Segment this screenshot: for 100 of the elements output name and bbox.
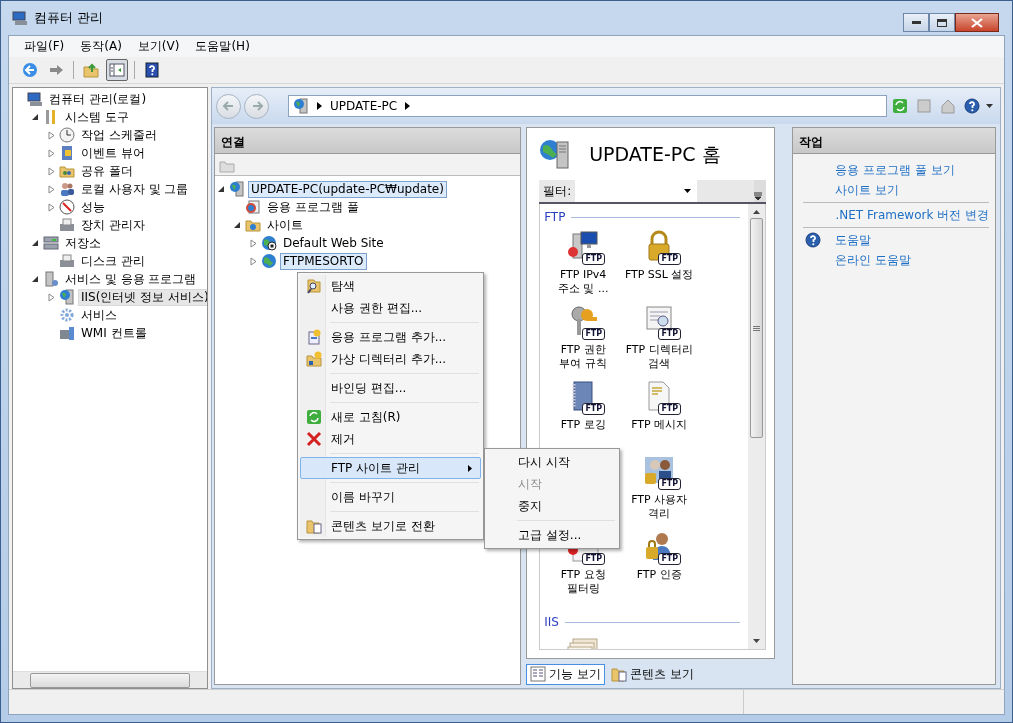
action-link[interactable]: 온라인 도움말	[835, 251, 912, 269]
view-tab[interactable]: 콘텐츠 보기	[607, 663, 698, 685]
feature-label[interactable]: FTP 권한 부여 규칙	[548, 343, 619, 371]
action-link[interactable]: 사이트 보기	[835, 181, 900, 199]
menu-item[interactable]: 이름 바꾸기	[300, 486, 481, 508]
breadcrumb-arrow-icon[interactable]	[405, 102, 411, 110]
feature-label[interactable]: FTP IPv4 주소 및 ...	[548, 268, 619, 296]
scroll-up-icon[interactable]	[753, 210, 761, 214]
menu-item[interactable]: 다시 시작	[487, 451, 617, 473]
tree-item[interactable]: FTPMESORTO	[280, 252, 367, 270]
collapsed-arrow-icon[interactable]	[47, 202, 56, 212]
menu-item[interactable]: 바인딩 편집...	[300, 377, 481, 399]
breadcrumb-item[interactable]: UPDATE-PC	[330, 99, 398, 113]
maximize-button[interactable]	[929, 13, 955, 32]
help-button[interactable]	[962, 96, 982, 116]
minimize-button[interactable]	[903, 13, 929, 32]
collapsed-arrow-icon[interactable]	[47, 292, 56, 302]
tree-item[interactable]: 컴퓨터 관리(로컬)	[46, 90, 150, 108]
tree-item[interactable]: 서비스 및 응용 프로그램	[62, 270, 200, 288]
console-tree-toggle-button[interactable]	[106, 59, 128, 81]
filter-label: 필터:	[542, 182, 573, 200]
menu-item[interactable]: 중지	[487, 495, 617, 517]
tree-item[interactable]: 서비스	[78, 306, 120, 324]
feature-label[interactable]: FTP 로깅	[560, 418, 606, 432]
address-bar[interactable]: UPDATE-PC	[288, 95, 887, 117]
collapsed-arrow-icon[interactable]	[249, 238, 258, 248]
tree-item[interactable]: 응용 프로그램 풀	[264, 198, 362, 216]
expanded-arrow-icon[interactable]	[31, 238, 40, 248]
collapsed-arrow-icon[interactable]	[47, 184, 56, 194]
menu-item[interactable]: 사용 권한 편집...	[300, 297, 481, 319]
tree-item[interactable]: 디스크 관리	[78, 252, 148, 270]
stop-button[interactable]	[914, 96, 934, 116]
view-tab[interactable]: 기능 보기	[526, 663, 605, 685]
tree-item[interactable]: IIS(인터넷 정보 서비스)	[78, 288, 207, 306]
close-button[interactable]	[955, 13, 999, 32]
group-by-button[interactable]	[754, 180, 767, 202]
menu-item[interactable]: 보기(V)	[130, 36, 187, 57]
horizontal-scrollbar[interactable]	[13, 671, 207, 688]
action-link[interactable]: 응용 프로그램 풀 보기	[835, 161, 955, 179]
ftp-badge: FTP	[582, 403, 606, 415]
collapsed-arrow-icon[interactable]	[47, 166, 56, 176]
scroll-down-icon[interactable]	[753, 639, 761, 643]
menu-item[interactable]: 응용 프로그램 추가...	[300, 326, 481, 348]
tree-item[interactable]: 성능	[78, 198, 108, 216]
back-button[interactable]	[216, 93, 241, 119]
feature-label[interactable]: FTP 메시지	[631, 418, 688, 432]
group-header: IIS	[544, 615, 559, 629]
menu-item[interactable]: 탐색	[300, 275, 481, 297]
window-title: 컴퓨터 관리	[34, 9, 104, 27]
expanded-arrow-icon[interactable]	[217, 184, 226, 194]
tree-item[interactable]: 공유 폴더	[78, 162, 136, 180]
dropdown-arrow-icon	[684, 189, 692, 193]
menu-item[interactable]: 가상 디렉터리 추가...	[300, 348, 481, 370]
menu-item[interactable]: 파일(F)	[17, 36, 72, 57]
tree-item[interactable]: 사이트	[264, 216, 306, 234]
action-link[interactable]: 도움말	[835, 231, 872, 249]
ftp-badge: FTP	[582, 328, 606, 340]
collapsed-arrow-icon[interactable]	[47, 148, 56, 158]
expanded-arrow-icon[interactable]	[31, 274, 40, 284]
forward-button[interactable]	[244, 93, 269, 119]
tree-item[interactable]: 장치 관리자	[78, 216, 148, 234]
shared-folder-icon	[59, 163, 75, 179]
tree-item[interactable]: Default Web Site	[280, 234, 387, 252]
feature-label[interactable]: FTP 인증	[636, 568, 682, 582]
menu-item[interactable]: 도움말(H)	[188, 36, 257, 57]
tree-item[interactable]: 작업 스케줄러	[78, 126, 160, 144]
computer-icon	[12, 10, 28, 26]
dropdown-arrow-icon[interactable]	[986, 104, 993, 108]
vertical-scrollbar[interactable]	[748, 204, 766, 649]
menu-item[interactable]: 제거	[300, 428, 481, 450]
menu-item[interactable]: 새로 고침(R)	[300, 406, 481, 428]
menu-item[interactable]: 콘텐츠 보기로 전환	[300, 515, 481, 537]
tree-item[interactable]: 이벤트 뷰어	[78, 144, 148, 162]
home-icon	[940, 98, 956, 114]
server-globe-icon	[229, 181, 245, 197]
application-pool-icon	[245, 199, 261, 215]
expanded-arrow-icon[interactable]	[31, 112, 40, 122]
feature-label[interactable]: FTP 요청 필터링	[548, 568, 619, 596]
feature-label[interactable]: FTP SSL 설정	[624, 268, 694, 282]
feature-label[interactable]: FTP 사용자 격리	[624, 493, 695, 521]
folder-search-icon	[306, 278, 322, 294]
action-link[interactable]: .NET Framework 버전 변경	[835, 206, 989, 224]
feature-label[interactable]: FTP 디렉터리 검색	[624, 343, 695, 371]
ftp-badge: FTP	[658, 478, 682, 490]
tree-item[interactable]: UPDATE-PC(update-PC₩update)	[248, 180, 447, 198]
refresh-button[interactable]	[890, 96, 910, 116]
menu-item[interactable]: 동작(A)	[73, 36, 129, 57]
menu-item[interactable]: 고급 설정...	[487, 524, 617, 546]
tree-item[interactable]: 로컬 사용자 및 그룹	[78, 180, 192, 198]
tree-item[interactable]: WMI 컨트롤	[78, 324, 150, 342]
computer-icon	[27, 91, 43, 107]
collapsed-arrow-icon[interactable]	[47, 130, 56, 140]
expanded-arrow-icon[interactable]	[233, 220, 242, 230]
tree-item[interactable]: 저장소	[62, 234, 104, 252]
menu-item[interactable]: FTP 사이트 관리	[300, 457, 481, 479]
collapsed-arrow-icon[interactable]	[249, 256, 258, 266]
log-book-icon	[59, 145, 75, 161]
tree-item[interactable]: 시스템 도구	[62, 108, 132, 126]
breadcrumb-arrow-icon[interactable]	[317, 102, 322, 110]
globe-server-icon	[59, 289, 75, 305]
